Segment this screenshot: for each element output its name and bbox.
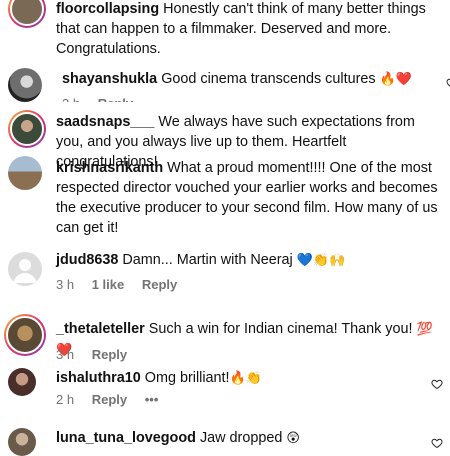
default-user-icon	[13, 259, 37, 283]
avatar-shayanshukla[interactable]	[8, 68, 42, 102]
reply-button[interactable]: Reply	[98, 96, 133, 102]
reply-button[interactable]: Reply	[142, 277, 177, 292]
comment-body: Jaw dropped	[199, 430, 283, 446]
comment-username[interactable]: ishaluthra10	[56, 370, 141, 386]
comment-body: Such a win for Indian cinema! Thank you!	[148, 321, 413, 337]
comment-time: 3 h	[56, 347, 75, 362]
comment-text: jdud8638 Damn... Martin with Neeraj 💙👏🙌	[56, 250, 426, 271]
comment-emoji: 🔥❤️	[379, 72, 412, 87]
reply-button[interactable]: Reply	[92, 347, 127, 362]
comment-meta: 3 h 1 like Reply	[56, 277, 191, 292]
more-options-button[interactable]: •••	[145, 392, 159, 407]
avatar-luna-tuna-lovegood[interactable]	[8, 428, 36, 456]
comment-username[interactable]: floorcollapsing	[56, 1, 159, 17]
comment-username[interactable]: saadsnaps___	[56, 114, 154, 130]
comment-username[interactable]: krishnasrikanth	[56, 160, 163, 176]
comment-text: shayanshukla Good cinema transcends cultu…	[62, 69, 432, 90]
avatar-saadsnaps[interactable]	[8, 110, 46, 148]
comment-text: ishaluthra10 Omg brilliant!🔥👏	[56, 368, 406, 389]
comment-body: Good cinema transcends cultures	[161, 71, 376, 87]
heart-icon[interactable]	[446, 77, 450, 89]
likes-count[interactable]: 1 like	[92, 277, 125, 292]
comment-body: Damn... Martin with Neeraj	[122, 252, 293, 268]
heart-icon[interactable]	[431, 437, 443, 449]
avatar-krishnasrikanth[interactable]	[8, 156, 42, 190]
comment-username[interactable]: _thetaleteller	[56, 321, 145, 337]
comment-meta: 2 h Reply •••	[56, 392, 172, 407]
comment-meta: 3 h Reply	[56, 347, 141, 362]
avatar-jdud8638[interactable]	[8, 252, 42, 286]
comment-text: luna_tuna_lovegood Jaw dropped 😲	[56, 428, 406, 449]
comment-body: Omg brilliant!	[144, 370, 230, 386]
comment-time: 3 h	[56, 277, 75, 292]
comment-time: 3 h	[62, 96, 81, 111]
heart-icon[interactable]	[431, 378, 443, 390]
comment-username[interactable]: shayanshukla	[62, 71, 157, 87]
comment-username[interactable]: jdud8638	[56, 252, 118, 268]
comment-meta: 3 h Reply	[62, 96, 147, 111]
comment-text: floorcollapsing Honestly can't think of m…	[56, 0, 446, 59]
comment-emoji: 💙👏🙌	[296, 253, 346, 268]
comment-username[interactable]: luna_tuna_lovegood	[56, 430, 196, 446]
avatar-ishaluthra10[interactable]	[8, 368, 36, 396]
reply-button[interactable]: Reply	[92, 392, 127, 407]
avatar-thetaleteller[interactable]	[4, 314, 46, 356]
comment-time: 2 h	[56, 392, 75, 407]
comment-emoji: 🔥👏	[229, 371, 262, 386]
comment-text: krishnasrikanth What a proud moment!!!! O…	[56, 158, 446, 238]
comment-emoji: 😲	[286, 431, 300, 446]
avatar-floorcollapsing[interactable]	[8, 0, 46, 28]
